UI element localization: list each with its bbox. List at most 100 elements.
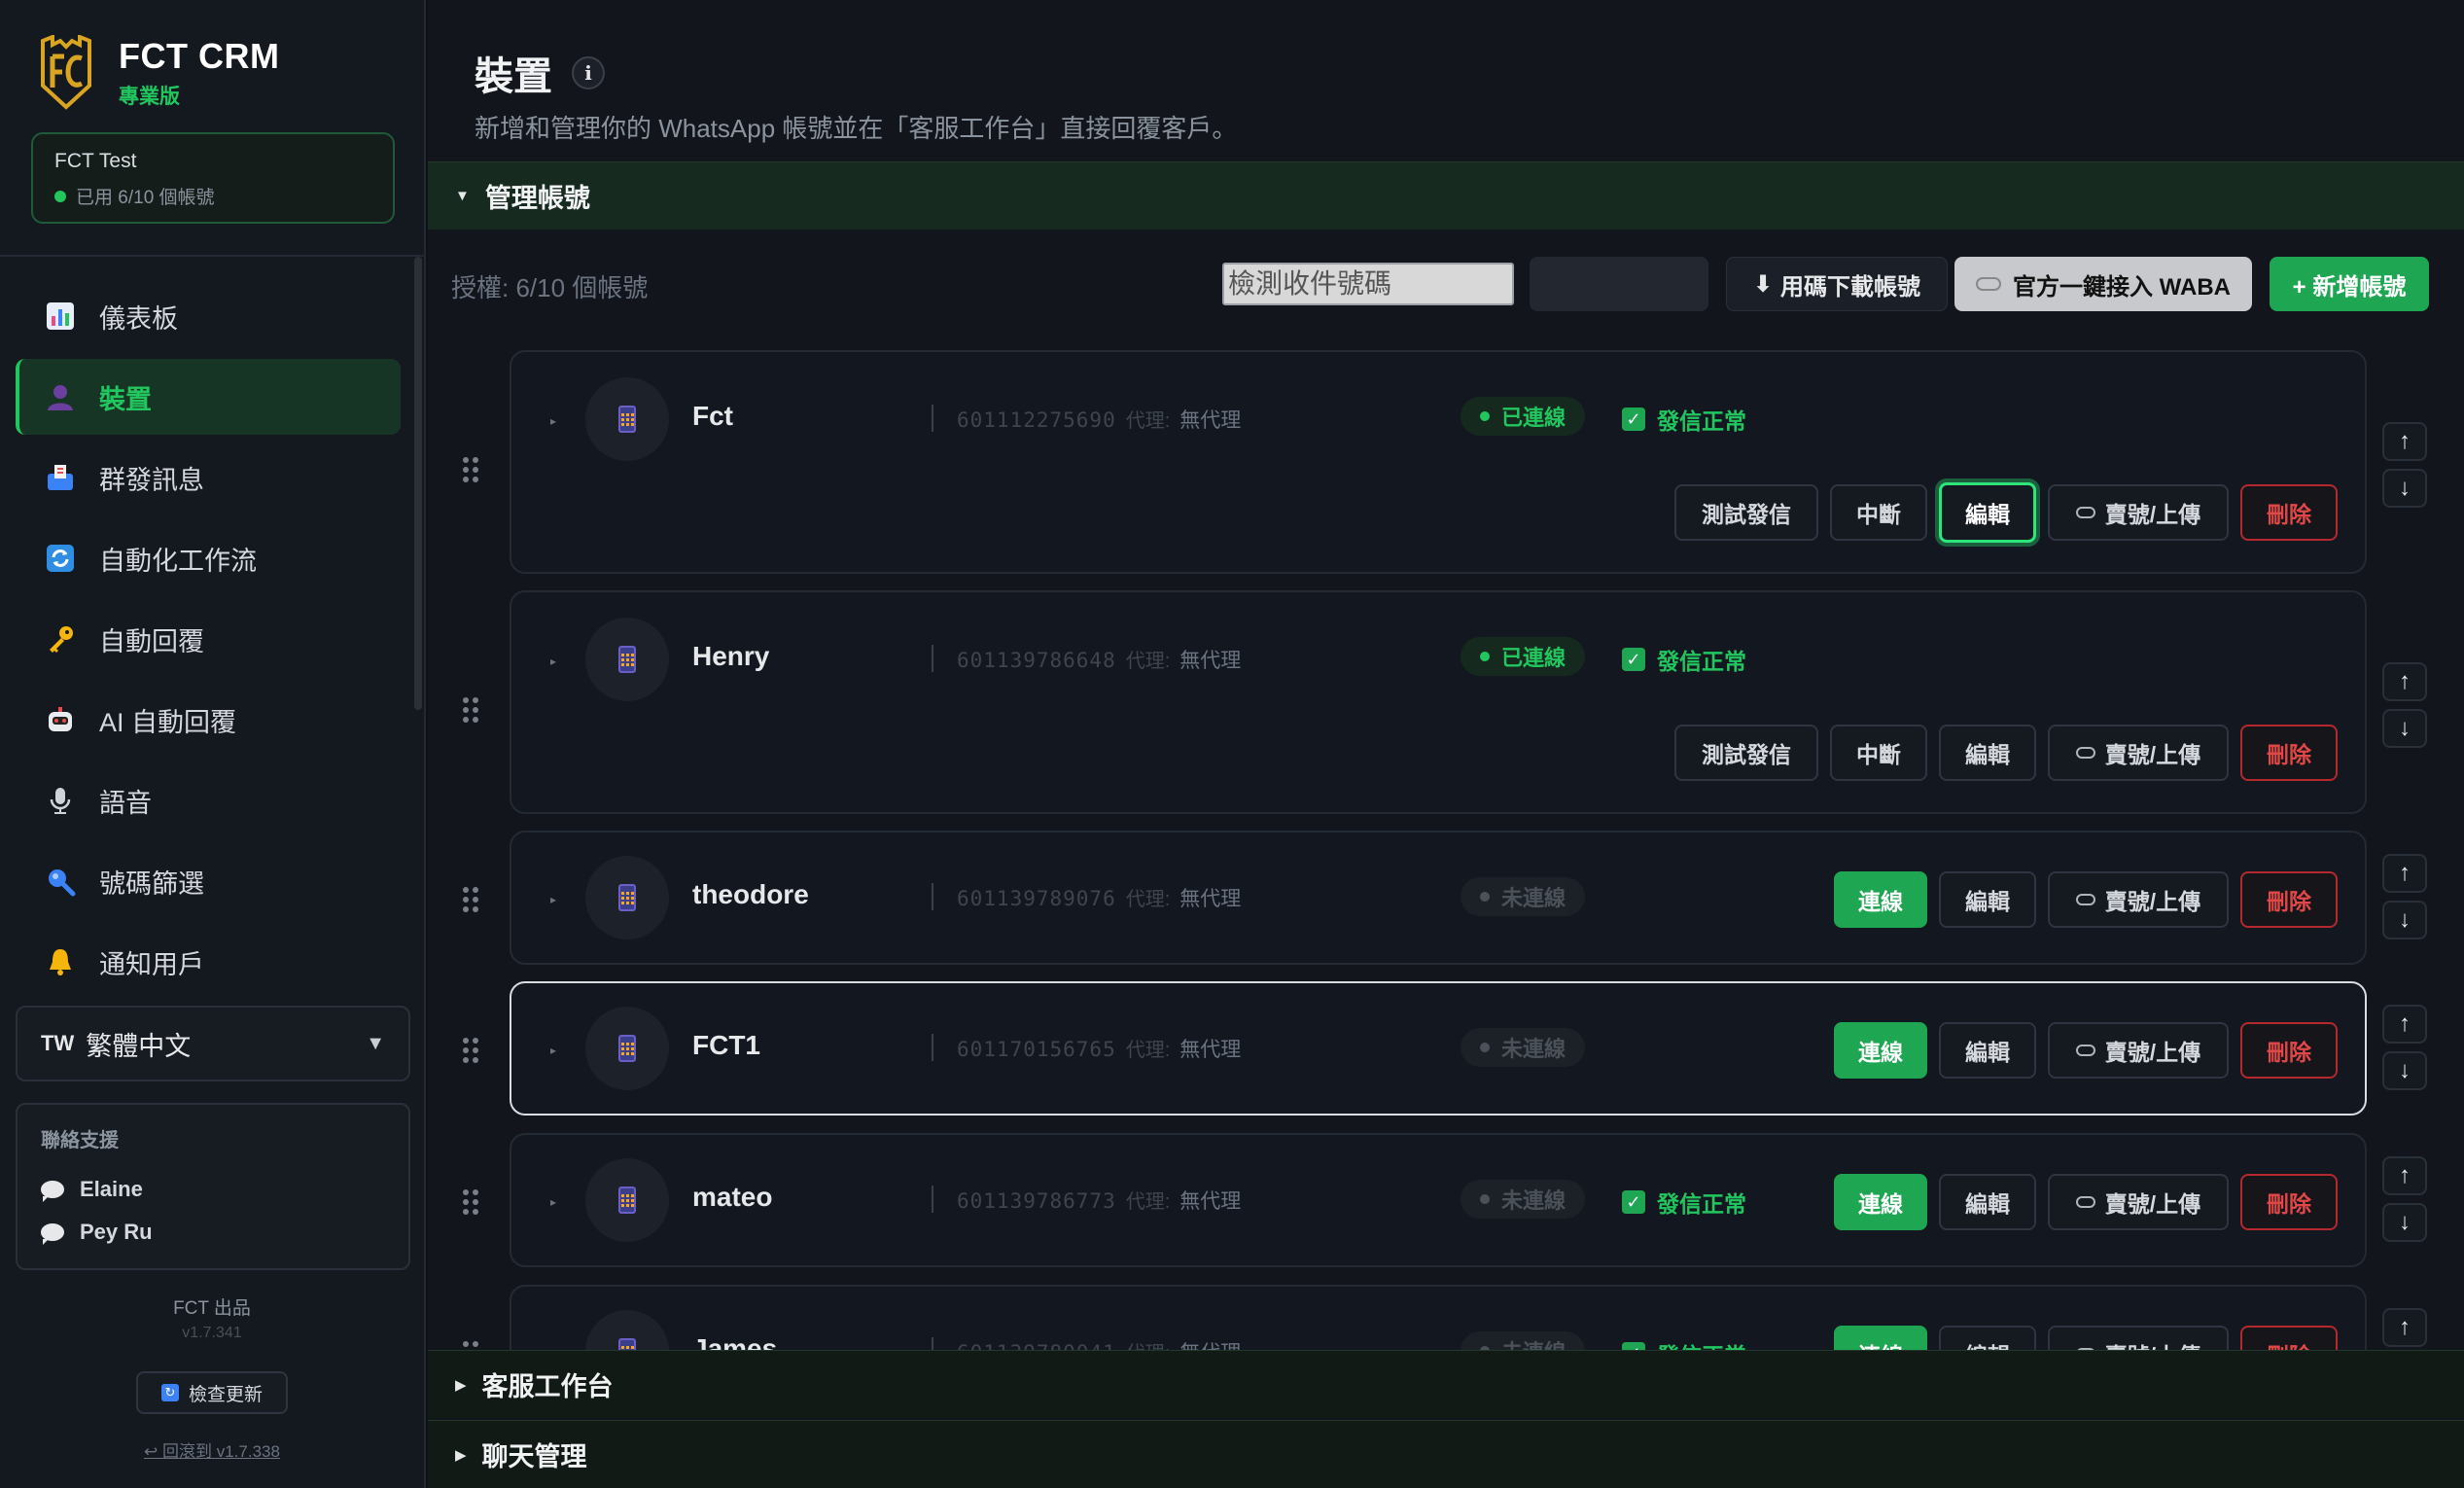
move-down-button[interactable]: ↓ <box>2382 1203 2427 1242</box>
move-down-button[interactable]: ↓ <box>2382 709 2427 748</box>
sidebar-item-auto-reply[interactable]: 自動回覆 <box>16 601 401 677</box>
sell-upload-button[interactable]: 賣號/上傳 <box>2048 1326 2229 1350</box>
chat-bubble-icon <box>41 1223 64 1245</box>
sidebar-item-notify-users[interactable]: 通知用戶 <box>16 924 401 1000</box>
account-card[interactable]: ▸ theodore 601139789076 代理: 無代理 未連線 連線 編輯 … <box>510 831 2367 965</box>
connect-button[interactable]: 連線 <box>1834 871 1927 928</box>
current-account-card[interactable]: FCT Test 已用 6/10 個帳號 <box>31 132 395 224</box>
drag-handle-icon[interactable] <box>463 1189 478 1215</box>
drag-handle-icon[interactable] <box>463 457 478 482</box>
account-name: FCT Test <box>54 150 137 172</box>
connect-button[interactable]: 連線 <box>1834 1022 1927 1079</box>
delete-button[interactable]: 刪除 <box>2240 484 2338 541</box>
sidebar-item-voice[interactable]: 語音 <box>16 762 401 838</box>
connect-button[interactable]: 連線 <box>1834 1326 1927 1350</box>
brand-name: FCT CRM <box>119 36 280 76</box>
delete-button[interactable]: 刪除 <box>2240 1022 2338 1079</box>
sidebar-item-number-filter[interactable]: 號碼篩選 <box>16 843 401 919</box>
cloud-icon <box>2075 1196 2095 1208</box>
status-badge: 已連線 <box>1461 637 1586 676</box>
edit-button[interactable]: 編輯 <box>1939 1326 2036 1350</box>
sidebar-item-devices[interactable]: 裝置 <box>16 359 401 435</box>
sidebar-item-label: 自動化工作流 <box>99 546 257 576</box>
section-service-desk[interactable]: ▶ 客服工作台 <box>428 1350 2464 1418</box>
move-up-button[interactable]: ↑ <box>2382 1308 2427 1347</box>
drag-handle-icon[interactable] <box>463 1341 478 1350</box>
sell-upload-button[interactable]: 賣號/上傳 <box>2048 1022 2229 1079</box>
expand-arrow-icon[interactable]: ▸ <box>550 655 556 668</box>
language-select[interactable]: TW 繁體中文 ▼ <box>16 1006 410 1081</box>
drag-handle-icon[interactable] <box>463 1038 478 1063</box>
drag-handle-icon[interactable] <box>463 697 478 723</box>
expand-arrow-icon[interactable]: ▸ <box>550 1195 556 1209</box>
move-up-button[interactable]: ↑ <box>2382 1005 2427 1044</box>
accounts-list[interactable]: ▸ Fct 601112275690 代理: 無代理 已連線 ✓ 發信正常 測試發信 … <box>428 342 2464 1350</box>
edit-button[interactable]: 編輯 <box>1939 725 2036 781</box>
sidebar-item-broadcast[interactable]: 群發訊息 <box>16 440 401 515</box>
edit-button[interactable]: 編輯 <box>1939 482 2036 543</box>
add-account-button[interactable]: + 新增帳號 <box>2270 257 2429 311</box>
section-manage-accounts[interactable]: ▼ 管理帳號 <box>428 161 2464 230</box>
support-contact[interactable]: Elaine <box>41 1168 385 1211</box>
delete-button[interactable]: 刪除 <box>2240 725 2338 781</box>
account-card[interactable]: ▸ Henry 601139786648 代理: 無代理 已連線 ✓ 發信正常 測試發… <box>510 590 2367 814</box>
support-contact[interactable]: Pey Ru <box>41 1211 385 1254</box>
waba-connect-button[interactable]: 官方一鍵接入 WABA <box>1954 257 2252 311</box>
connect-button[interactable]: 連線 <box>1834 1174 1927 1230</box>
refresh-icon: ↻ <box>160 1384 179 1401</box>
test-send-button[interactable]: 測試發信 <box>1674 725 1818 781</box>
account-card[interactable]: ▸ James 601139780041代理:無代理 未連線 ✓發信正常 連線 … <box>510 1285 2367 1350</box>
support-contact-name: Pey Ru <box>80 1220 153 1244</box>
caret-right-icon: ▶ <box>455 1376 467 1394</box>
account-card[interactable]: ▸ Fct 601112275690 代理: 無代理 已連線 ✓ 發信正常 測試發信 … <box>510 350 2367 574</box>
edit-button[interactable]: 編輯 <box>1939 871 2036 928</box>
sidebar-scrollbar[interactable] <box>414 257 422 710</box>
account-row: ▸ FCT1 601170156765 代理: 無代理 未連線 連線 編輯 賣號/上… <box>428 981 2464 1117</box>
online-dot-icon <box>54 190 66 202</box>
caret-down-icon: ▼ <box>366 1032 385 1054</box>
download-by-code-button[interactable]: ⬇ 用碼下載帳號 <box>1726 257 1948 311</box>
rollback-link[interactable]: ↩ 回滾到 v1.7.338 <box>0 1437 424 1462</box>
brand-tier: 專業版 <box>119 86 180 108</box>
expand-arrow-icon[interactable]: ▸ <box>550 1044 556 1057</box>
expand-arrow-icon[interactable]: ▸ <box>550 414 556 428</box>
sidebar-item-dashboard[interactable]: 儀表板 <box>16 278 401 354</box>
sidebar-item-automation[interactable]: 自動化工作流 <box>16 520 401 596</box>
sell-upload-button[interactable]: 賣號/上傳 <box>2048 871 2229 928</box>
move-up-button[interactable]: ↑ <box>2382 662 2427 701</box>
sell-upload-button[interactable]: 賣號/上傳 <box>2048 484 2229 541</box>
edit-button[interactable]: 編輯 <box>1939 1174 2036 1230</box>
sidebar-divider <box>0 255 424 257</box>
delete-button[interactable]: 刪除 <box>2240 871 2338 928</box>
move-down-button[interactable]: ↓ <box>2382 901 2427 939</box>
check-recipient-input[interactable] <box>1222 263 1514 305</box>
check-update-button[interactable]: ↻ 檢查更新 <box>136 1371 288 1414</box>
account-phone: 601112275690 代理: 無代理 <box>957 405 1241 434</box>
disconnect-button[interactable]: 中斷 <box>1830 484 1927 541</box>
magnifier-icon <box>43 864 78 899</box>
section-chat-management[interactable]: ▶ 聊天管理 <box>428 1420 2464 1488</box>
move-down-button[interactable]: ↓ <box>2382 1051 2427 1090</box>
flag-icon: TW <box>41 1031 75 1055</box>
delete-button[interactable]: 刪除 <box>2240 1174 2338 1230</box>
drag-handle-icon[interactable] <box>463 887 478 912</box>
move-down-button[interactable]: ↓ <box>2382 469 2427 508</box>
account-card-selected[interactable]: ▸ FCT1 601170156765 代理: 無代理 未連線 連線 編輯 賣號/上… <box>510 981 2367 1116</box>
inbox-icon <box>43 460 78 495</box>
phone-icon <box>585 377 669 461</box>
move-up-button[interactable]: ↑ <box>2382 422 2427 461</box>
disconnect-button[interactable]: 中斷 <box>1830 725 1927 781</box>
move-up-button[interactable]: ↑ <box>2382 854 2427 893</box>
edit-button[interactable]: 編輯 <box>1939 1022 2036 1079</box>
sell-upload-button[interactable]: 賣號/上傳 <box>2048 1174 2229 1230</box>
info-icon[interactable]: i <box>572 56 605 89</box>
test-send-button[interactable]: 測試發信 <box>1674 484 1818 541</box>
sidebar-item-ai-auto-reply[interactable]: AI 自動回覆 <box>16 682 401 758</box>
expand-arrow-icon[interactable]: ▸ <box>550 893 556 906</box>
check-recipient-button[interactable] <box>1530 257 1708 311</box>
sell-upload-button[interactable]: 賣號/上傳 <box>2048 725 2229 781</box>
move-up-button[interactable]: ↑ <box>2382 1156 2427 1195</box>
accounts-toolbar: 授權: 6/10 個帳號 ⬇ 用碼下載帳號 官方一鍵接入 WABA + 新增帳號 <box>428 231 2464 333</box>
account-card[interactable]: ▸ mateo 601139786773 代理: 無代理 未連線 ✓ 發信正常 連線 … <box>510 1133 2367 1267</box>
delete-button[interactable]: 刪除 <box>2240 1326 2338 1350</box>
